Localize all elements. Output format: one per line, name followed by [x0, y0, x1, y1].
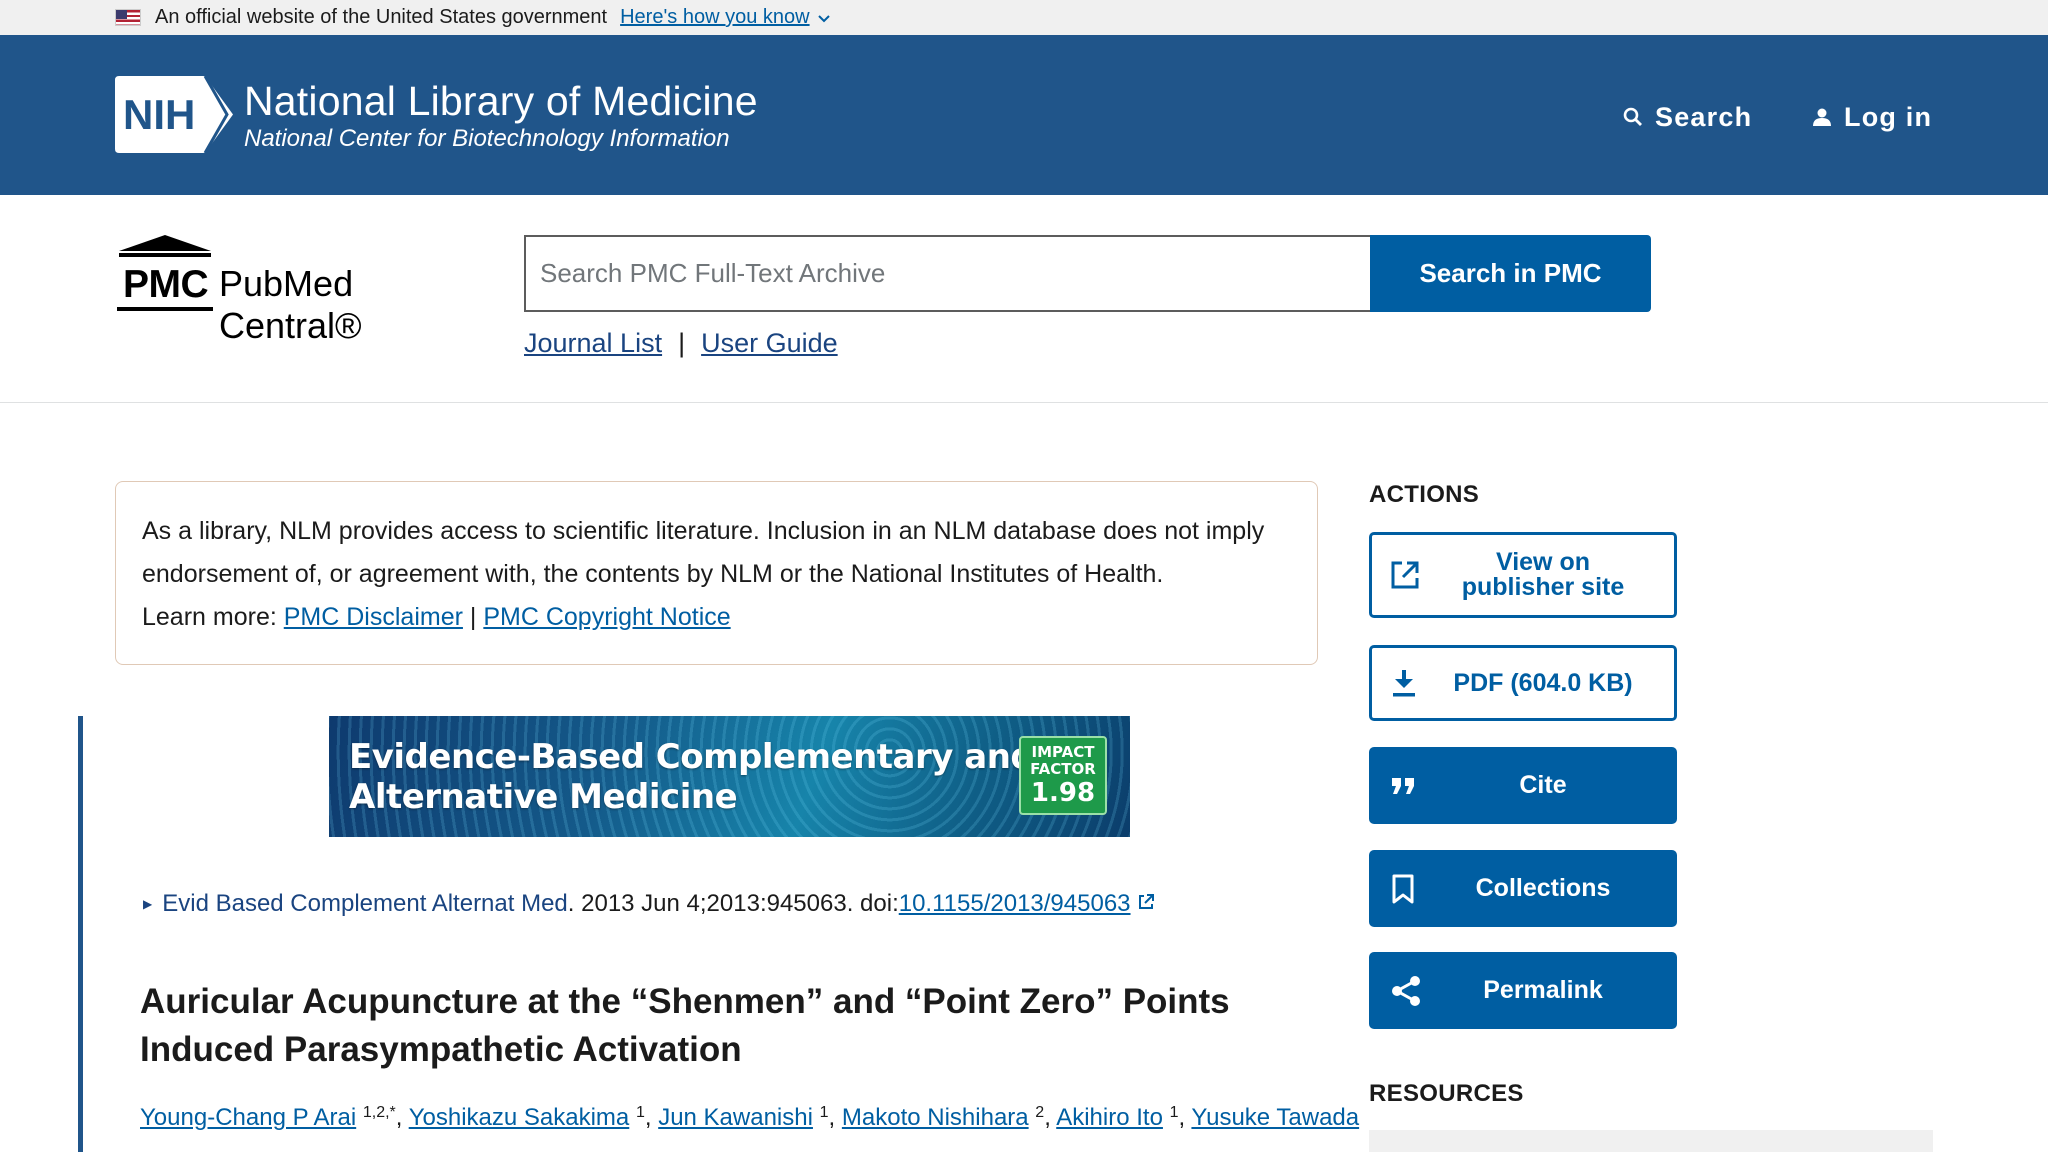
publisher-label-2: publisher site: [1461, 573, 1625, 601]
doi-link[interactable]: 10.1155/2013/945063: [899, 890, 1131, 918]
nlm-disclaimer-box: As a library, NLM provides access to sci…: [115, 481, 1318, 665]
how-you-know-link[interactable]: Here's how you know: [620, 6, 830, 29]
resources-heading: RESOURCES: [1369, 1080, 1524, 1107]
login-button[interactable]: Log in: [1812, 95, 1932, 139]
author-separator: ,: [1178, 1104, 1192, 1131]
author-link[interactable]: Akihiro Ito: [1056, 1104, 1163, 1131]
pmc-copyright-link[interactable]: PMC Copyright Notice: [483, 603, 730, 631]
author-affiliation[interactable]: 1: [636, 1104, 645, 1121]
expand-triangle-icon[interactable]: ▶: [143, 897, 152, 911]
how-you-know-label: Here's how you know: [620, 6, 810, 28]
search-in-pmc-button[interactable]: Search in PMC: [1370, 235, 1651, 312]
pmc-disclaimer-link[interactable]: PMC Disclaimer: [284, 603, 463, 631]
view-on-publisher-button[interactable]: View on publisher site: [1369, 532, 1677, 618]
search-icon: [1623, 107, 1642, 126]
impact-value: 1.98: [1030, 778, 1096, 808]
impact-factor-badge: IMPACT FACTOR 1.98: [1019, 736, 1107, 815]
link-separator: |: [678, 328, 686, 358]
external-link-icon: [1390, 560, 1420, 590]
collections-button[interactable]: Collections: [1369, 850, 1677, 927]
author-affiliation[interactable]: 1: [1170, 1104, 1179, 1121]
us-flag-icon: [115, 9, 141, 26]
disclaimer-line2: endorsement of, or agreement with, the c…: [142, 560, 1164, 588]
pmc-sub-links: Journal List | User Guide: [524, 328, 838, 359]
collections-label: Collections: [1475, 874, 1611, 902]
author-affiliation[interactable]: 1,2,*: [363, 1104, 396, 1121]
nih-logo-text: NIH: [123, 91, 195, 138]
chevron-down-icon: [817, 10, 830, 26]
resources-panel[interactable]: [1369, 1130, 1933, 1152]
journal-banner-image: Evidence-Based Complementary and Alterna…: [329, 716, 1130, 837]
nih-subtitle: National Center for Biotechnology Inform…: [244, 125, 730, 152]
author-separator: ,: [1044, 1104, 1057, 1131]
share-icon: [1390, 975, 1422, 1007]
header-search-button[interactable]: Search: [1623, 95, 1752, 139]
header-divider: [0, 402, 2048, 403]
pmc-logo[interactable]: PMC PubMed Central®: [115, 233, 505, 346]
gov-banner-text: An official website of the United States…: [155, 6, 608, 28]
impact-label-1: IMPACT: [1031, 743, 1095, 761]
header-search-label: Search: [1655, 101, 1753, 132]
pmc-search-input[interactable]: [524, 235, 1371, 312]
permalink-button[interactable]: Permalink: [1369, 952, 1677, 1029]
nih-title: National Library of Medicine: [244, 78, 758, 124]
login-label: Log in: [1844, 101, 1933, 132]
cite-button[interactable]: Cite: [1369, 747, 1677, 824]
author-link[interactable]: Makoto Nishihara: [842, 1104, 1029, 1131]
author-separator: ,: [644, 1104, 659, 1131]
journal-banner-line1: Evidence-Based Complementary and: [349, 737, 1035, 777]
actions-heading: ACTIONS: [1369, 481, 1480, 508]
article-citation: ▶ Evid Based Complement Alternat Med . 2…: [143, 890, 1155, 918]
author-link[interactable]: Yoshikazu Sakakima: [409, 1104, 630, 1131]
author-list: Young-Chang P Arai 1,2,*, Yoshikazu Saka…: [140, 1104, 1359, 1132]
impact-label-2: FACTOR: [1030, 760, 1096, 778]
publisher-label-1: View on: [1495, 548, 1590, 576]
pdf-download-button[interactable]: PDF (604.0 KB): [1369, 645, 1677, 721]
user-guide-link[interactable]: User Guide: [701, 328, 838, 359]
bookmark-icon: [1390, 873, 1416, 905]
author-separator: ,: [395, 1104, 409, 1131]
citation-details: . 2013 Jun 4;2013:945063. doi:: [567, 890, 899, 917]
user-icon: [1813, 108, 1831, 126]
external-link-icon: [1137, 890, 1155, 918]
author-affiliation[interactable]: 1: [820, 1104, 829, 1121]
nih-header: NIH National Library of Medicine Nationa…: [0, 35, 2048, 195]
article-accent-bar: [78, 716, 83, 1152]
author-link[interactable]: Young-Chang P Arai: [140, 1104, 356, 1131]
disclaimer-learn-more: Learn more: PMC Disclaimer | PMC Copyrig…: [142, 596, 1291, 639]
gov-banner: An official website of the United States…: [0, 0, 2048, 35]
quote-icon: [1390, 774, 1418, 798]
pmc-logo-short: PMC: [123, 263, 209, 306]
author-link[interactable]: Yusuke Tawada: [1191, 1104, 1359, 1131]
journal-banner-line2: Alternative Medicine: [349, 777, 738, 817]
journal-list-link[interactable]: Journal List: [524, 328, 662, 359]
learn-more-label: Learn more:: [142, 603, 277, 631]
pmc-logo-name: PubMed Central®: [219, 263, 362, 346]
disclaimer-separator: |: [469, 603, 477, 631]
author-link[interactable]: Jun Kawanishi: [658, 1104, 813, 1131]
author-affiliation[interactable]: 2: [1035, 1104, 1044, 1121]
journal-name-link[interactable]: Evid Based Complement Alternat Med: [162, 890, 568, 918]
article-title: Auricular Acupuncture at the “Shenmen” a…: [140, 982, 1230, 1069]
author-separator: ,: [828, 1104, 842, 1131]
download-icon: [1390, 668, 1418, 698]
disclaimer-line1: As a library, NLM provides access to sci…: [142, 517, 1265, 545]
nih-logo[interactable]: NIH: [115, 76, 233, 153]
